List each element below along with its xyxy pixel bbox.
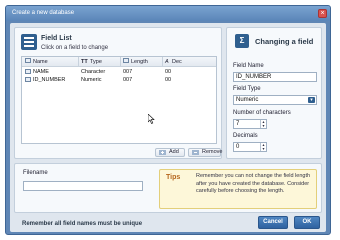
change-field-title: Changing a field	[255, 37, 314, 46]
column-separator	[78, 57, 79, 67]
field-icon	[25, 69, 31, 74]
field-type-select[interactable]: Numeric ▾	[233, 95, 317, 105]
field-grid[interactable]: Name TT Type Length A Dec NAME Character…	[21, 56, 217, 144]
add-button-label: Add	[169, 149, 179, 155]
column-separator	[120, 57, 121, 67]
num-chars-value: 7	[236, 121, 240, 127]
num-chars-stepper[interactable]: 7 ▲ ▼	[233, 119, 267, 129]
cell-type: Numeric	[81, 77, 102, 83]
spin-arrows-icon[interactable]: ▲ ▼	[260, 143, 266, 151]
field-list-panel: Field List Click on a field to change Na…	[14, 27, 222, 159]
field-name-input[interactable]: ID_NUMBER	[233, 72, 317, 82]
ok-button[interactable]: OK	[294, 216, 320, 229]
close-icon: ×	[320, 10, 325, 17]
dec-column-icon: A	[165, 59, 169, 65]
sigma-icon: Σ	[235, 34, 249, 48]
title-bar[interactable]: Create a new database ×	[6, 6, 330, 21]
cancel-button[interactable]: Cancel	[258, 216, 288, 229]
chevron-down-icon[interactable]: ▾	[308, 97, 315, 103]
table-row[interactable]: NAME Character 007 00	[22, 68, 216, 76]
filename-input[interactable]	[23, 181, 143, 191]
remove-button[interactable]: Remove	[188, 148, 223, 157]
window-title: Create a new database	[12, 10, 75, 16]
length-column-icon	[123, 58, 129, 63]
column-header-dec[interactable]: Dec	[172, 59, 182, 65]
field-icon	[25, 77, 31, 82]
table-row[interactable]: ID_NUMBER Numeric 007 00	[22, 76, 216, 84]
bottom-panel: Filename Tips Remember you can not chang…	[14, 163, 322, 213]
unique-names-note: Remember all field names must be unique	[22, 221, 143, 227]
decimals-label: Decimals	[233, 133, 258, 139]
cell-dec: 00	[165, 77, 172, 83]
cell-type: Character	[81, 69, 106, 75]
add-icon	[159, 150, 166, 155]
close-button[interactable]: ×	[318, 9, 327, 18]
dialog-content: Field List Click on a field to change Na…	[10, 23, 326, 232]
tips-box: Tips Remember you can not change the fie…	[159, 169, 317, 209]
spin-arrows-icon[interactable]: ▲ ▼	[260, 120, 266, 128]
cell-length: 007	[123, 69, 133, 75]
decimals-value: 0	[236, 144, 240, 150]
field-type-label: Field Type	[233, 86, 261, 92]
column-header-length[interactable]: Length	[131, 59, 148, 65]
field-name-value: ID_NUMBER	[236, 74, 272, 80]
mouse-pointer-icon	[148, 114, 155, 124]
cell-name: ID_NUMBER	[33, 77, 66, 83]
tips-label: Tips	[166, 174, 181, 181]
cell-dec: 00	[165, 69, 172, 75]
column-header-type[interactable]: Type	[90, 59, 102, 65]
remove-button-label: Remove	[202, 149, 223, 155]
dialog-window: Create a new database × Field List Click…	[5, 5, 331, 235]
name-column-icon	[25, 58, 31, 63]
cell-length: 007	[123, 77, 133, 83]
column-separator	[162, 57, 163, 67]
remove-icon	[192, 150, 199, 155]
field-list-icon	[21, 34, 37, 50]
field-list-subtitle: Click on a field to change	[41, 45, 109, 51]
field-name-label: Field Name	[233, 63, 264, 69]
field-list-title: Field List	[41, 35, 72, 42]
cell-name: NAME	[33, 69, 49, 75]
grid-header: Name TT Type Length A Dec	[22, 57, 216, 67]
add-button[interactable]: Add	[155, 148, 185, 157]
change-field-panel: Σ Changing a field Field Name ID_NUMBER …	[226, 27, 322, 159]
field-type-value: Numeric	[236, 97, 259, 103]
decimals-stepper[interactable]: 0 ▲ ▼	[233, 142, 267, 152]
tips-text: Remember you can not change the field le…	[196, 173, 311, 194]
column-header-name[interactable]: Name	[33, 59, 48, 65]
type-column-icon: TT	[81, 59, 88, 65]
num-chars-label: Number of characters	[233, 110, 291, 116]
filename-label: Filename	[23, 170, 48, 176]
